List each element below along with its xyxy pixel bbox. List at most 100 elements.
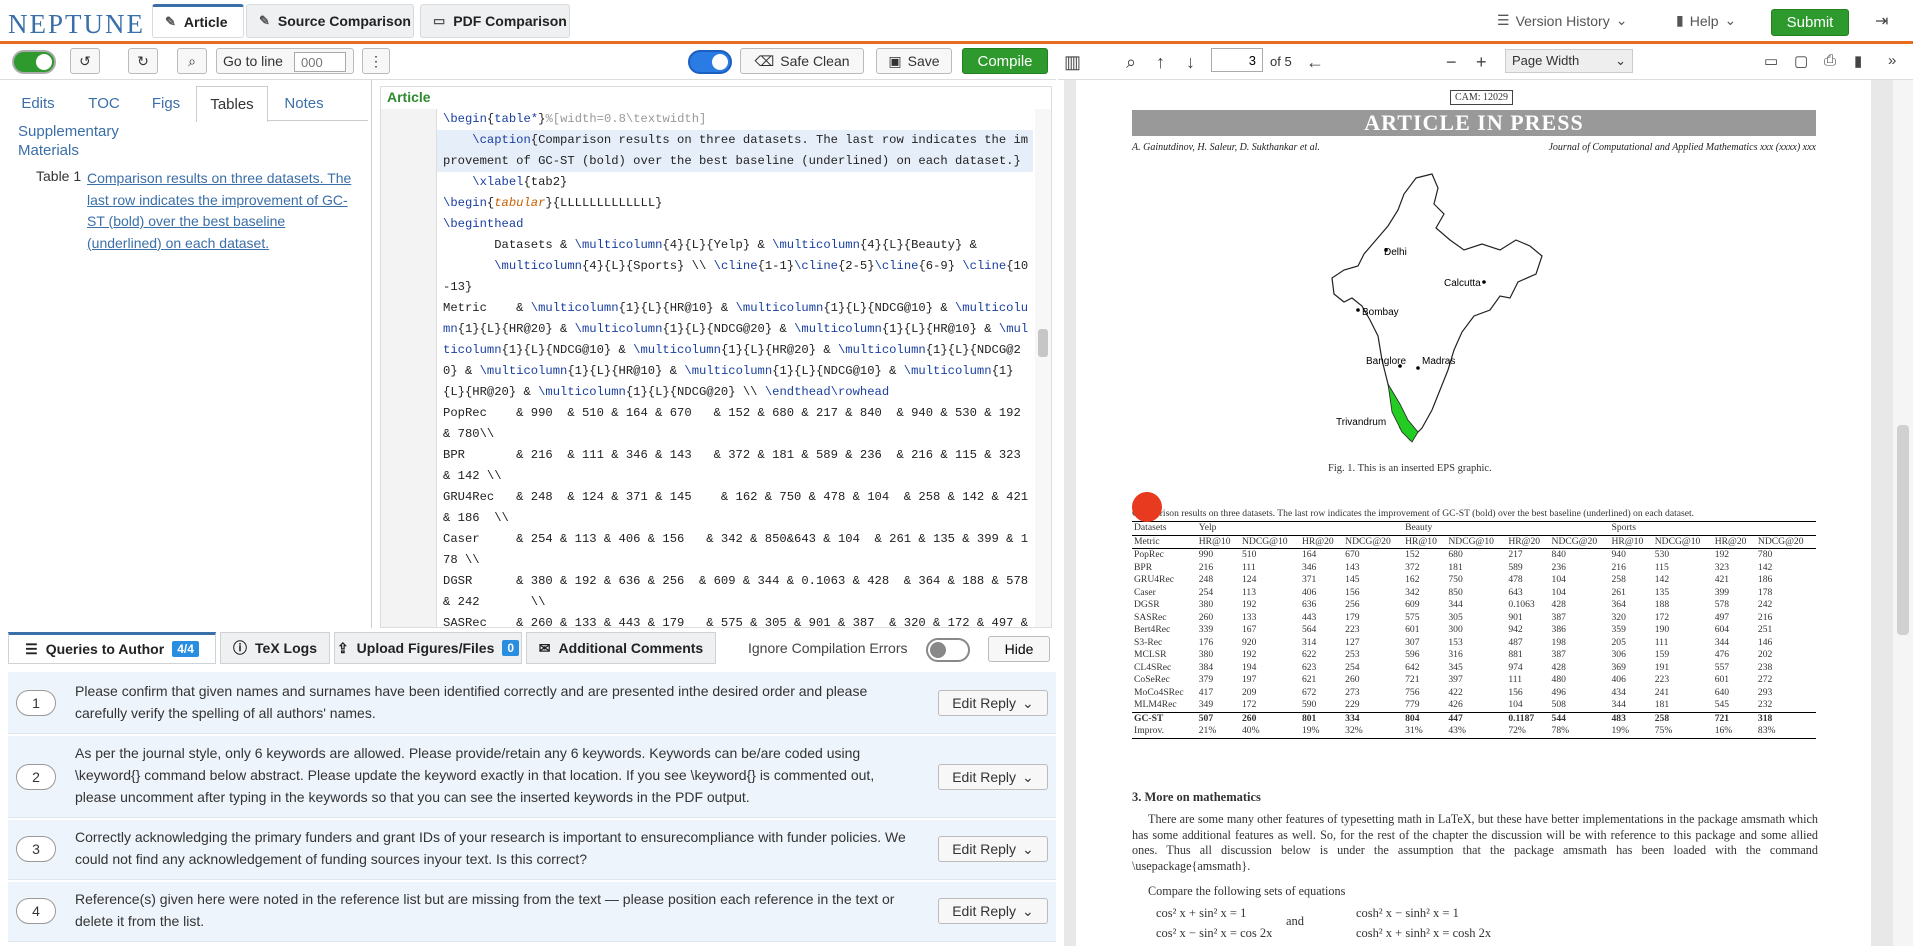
safe-clean-button[interactable]: ⌫ Safe Clean: [740, 48, 864, 74]
pencil-icon: ✎: [165, 14, 176, 29]
print-icon[interactable]: ⎙: [1824, 52, 1836, 69]
edit-reply-button[interactable]: Edit Reply ⌄: [938, 836, 1048, 862]
logout-icon[interactable]: ⇥: [1875, 11, 1888, 31]
tab-pdf-comparison[interactable]: ▭ PDF Comparison: [420, 4, 570, 38]
upload-icon: ⇪: [336, 639, 349, 656]
code-text: \xlabel{tab2}: [472, 175, 568, 189]
code-line[interactable]: 227Caser & 254 & 113 & 406 & 156 & 342 &…: [437, 529, 1033, 571]
table-cell: 260: [1345, 674, 1360, 685]
undo-icon[interactable]: ↺: [70, 48, 100, 74]
table-cell: 399: [1714, 586, 1730, 598]
edit-reply-button[interactable]: Edit Reply ⌄: [938, 690, 1048, 716]
table-cell: 750: [1448, 574, 1463, 585]
table-group-header: Datasets: [1132, 521, 1197, 536]
sidebar-tab-notes[interactable]: Notes: [276, 86, 332, 120]
code-line[interactable]: 226GRU4Rec & 248 & 124 & 371 & 145 & 162…: [437, 487, 1033, 529]
tab-article[interactable]: ✎ Article: [152, 4, 244, 38]
search-icon[interactable]: ⌕: [1126, 52, 1136, 73]
sidebar-tab-supplementary[interactable]: Supplementary Materials: [18, 122, 128, 160]
hide-panel-button[interactable]: Hide: [988, 636, 1050, 662]
table-cell: 127: [1345, 636, 1360, 648]
compile-button[interactable]: Compile: [962, 48, 1048, 74]
table-cell: 152: [1405, 549, 1420, 560]
code-line[interactable]: 218 \caption{Comparison results on three…: [437, 130, 1033, 172]
pdf-scrollbar[interactable]: [1893, 80, 1913, 946]
query-text: Please confirm that given names and surn…: [75, 683, 868, 721]
sidebar-toggle-icon[interactable]: ▥: [1064, 52, 1081, 73]
table-cell: 172: [1654, 611, 1670, 623]
code-line[interactable]: 221\beginthead: [437, 214, 1033, 235]
tab-upload-figures[interactable]: ⇪ Upload Figures/Files 0: [334, 632, 522, 664]
tab-tex-logs[interactable]: ⓘ TeX Logs: [220, 632, 330, 664]
sidebar-tab-tables[interactable]: Tables: [196, 86, 268, 122]
code-line[interactable]: 224PopRec & 990 & 510 & 164 & 670 & 152 …: [437, 403, 1033, 445]
code-text: BPR & 216 & 111 & 346 & 143 & 372 & 181 …: [443, 448, 1029, 483]
redo-icon[interactable]: ↻: [128, 48, 158, 74]
code-line[interactable]: 222 Datasets & \multicolumn{4}{L}{Yelp} …: [437, 235, 1033, 298]
zoom-select[interactable]: Page Width ⌄: [1505, 49, 1633, 73]
table-cell: 380: [1198, 599, 1214, 610]
sidebar-tab-toc[interactable]: TOC: [78, 86, 130, 120]
bookmark-icon[interactable]: ▮: [1854, 52, 1862, 70]
code-line[interactable]: 223Metric & \multicolumn{1}{L}{HR@10} & …: [437, 298, 1033, 403]
editor-scrollbar[interactable]: [1035, 109, 1051, 627]
presentation-icon[interactable]: ▭: [1764, 52, 1778, 70]
table-group-header: Beauty: [1403, 521, 1610, 536]
pdf-viewer[interactable]: CAM: 12029 ARTICLE IN PRESS A. Gainutdin…: [1064, 80, 1893, 946]
map-label-delhi: Delhi: [1384, 247, 1407, 258]
arrow-up-icon[interactable]: ↑: [1156, 52, 1165, 73]
table-cell: 881: [1508, 649, 1523, 660]
go-to-line-input[interactable]: [294, 52, 346, 72]
query-number: 2: [16, 764, 56, 790]
scrollbar-thumb[interactable]: [1897, 425, 1909, 635]
table-item-link[interactable]: Comparison results on three datasets. Th…: [87, 168, 357, 254]
query-item: 1 Please confirm that given names and su…: [8, 672, 1056, 734]
scrollbar-thumb[interactable]: [1038, 329, 1048, 357]
code-line[interactable]: 229SASRec & 260 & 133 & 443 & 179 & 575 …: [437, 613, 1033, 627]
sidebar-tab-figs[interactable]: Figs: [142, 86, 190, 120]
edit-reply-button[interactable]: Edit Reply ⌄: [938, 898, 1048, 924]
table-cell: 557: [1714, 661, 1730, 673]
submit-button[interactable]: Submit: [1771, 9, 1849, 36]
table-cell: 609: [1405, 599, 1420, 610]
table-row: MoCo4SRec 417 209 672 273 756 422 156 496 434 241 6…: [1132, 687, 1816, 700]
code-line[interactable]: 225BPR & 216 & 111 & 346 & 143 & 372 & 1…: [437, 445, 1033, 487]
save-button[interactable]: ▣ Save: [876, 48, 952, 74]
annotation-marker[interactable]: [1132, 492, 1162, 522]
help-menu[interactable]: ▮ Help ⌄: [1676, 12, 1736, 29]
tab-source-comparison[interactable]: ✎ Source Comparison: [246, 4, 414, 38]
table-cell: 497: [1714, 611, 1730, 623]
table-cell: 421: [1714, 574, 1730, 585]
open-file-icon[interactable]: ▢: [1794, 52, 1808, 70]
more-options-icon[interactable]: ⋮: [362, 48, 390, 74]
table-cell: 261: [1611, 586, 1626, 598]
code-line[interactable]: 228DGSR & 380 & 192 & 636 & 256 & 609 & …: [437, 571, 1033, 613]
edit-reply-button[interactable]: Edit Reply ⌄: [938, 764, 1048, 790]
page-number-input[interactable]: [1211, 48, 1263, 72]
zoom-out-icon[interactable]: −: [1446, 52, 1457, 73]
tab-queries-to-author[interactable]: ☰ Queries to Author 4/4: [8, 632, 216, 664]
code-line[interactable]: 219 \xlabel{tab2}: [437, 172, 1033, 193]
ignore-errors-toggle[interactable]: [926, 638, 970, 662]
track-changes-toggle[interactable]: [12, 50, 56, 74]
table-cell: 43%: [1446, 725, 1507, 739]
zoom-in-icon[interactable]: +: [1476, 52, 1487, 73]
double-chevron-right-icon[interactable]: »: [1888, 52, 1896, 69]
auto-compile-toggle[interactable]: [688, 50, 732, 74]
table-cell: 406: [1301, 586, 1317, 598]
code-line[interactable]: 220\begin{tabular}{LLLLLLLLLLLLL}: [437, 193, 1033, 214]
table-cell: 178: [1757, 586, 1773, 598]
tab-additional-comments[interactable]: ✉ Additional Comments: [526, 632, 716, 664]
arrow-down-icon[interactable]: ↓: [1186, 52, 1195, 73]
table-cell: 622: [1301, 649, 1317, 660]
table-cell: 434: [1611, 686, 1626, 698]
version-history-menu[interactable]: ☰ Version History ⌄: [1497, 12, 1627, 29]
search-icon[interactable]: ⌕: [177, 48, 207, 74]
table-cell: GRU4Rec: [1134, 574, 1174, 585]
code-text: Metric & \multicolumn{1}{L}{HR@10} & \mu…: [443, 301, 1029, 399]
code-editor[interactable]: Article 217\begin{table*}%[width=0.8\tex…: [380, 86, 1052, 628]
back-arrow-icon[interactable]: ←: [1306, 52, 1324, 73]
code-area[interactable]: 217\begin{table*}%[width=0.8\textwidth]2…: [437, 109, 1033, 627]
sidebar-tab-edits[interactable]: Edits: [14, 86, 62, 120]
code-line[interactable]: 217\begin{table*}%[width=0.8\textwidth]: [437, 109, 1033, 130]
